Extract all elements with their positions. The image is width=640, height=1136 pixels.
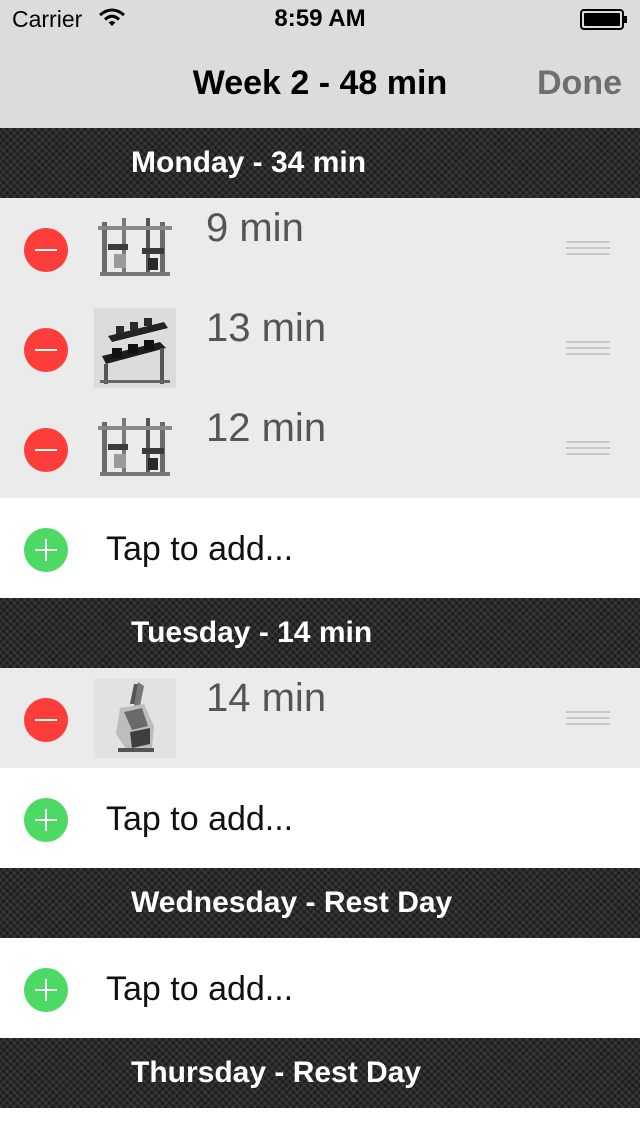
reorder-handle-icon[interactable] [566, 440, 610, 456]
status-time: 8:59 AM [274, 5, 366, 32]
workout-duration: 14 min [206, 676, 327, 720]
add-workout-row[interactable]: Tap to add... [0, 498, 640, 598]
section-header-tuesday: Tuesday - 14 min [0, 598, 640, 668]
status-bar: Carrier 8:59 AM [0, 0, 640, 40]
delete-button[interactable] [24, 328, 68, 372]
workout-row[interactable]: 12 min [0, 398, 640, 498]
section-header-thursday: Thursday - Rest Day [0, 1038, 640, 1108]
reorder-handle-icon[interactable] [566, 710, 610, 726]
section-header-wednesday: Wednesday - Rest Day [0, 868, 640, 938]
workout-duration: 9 min [206, 206, 304, 250]
workout-duration: 12 min [206, 406, 327, 450]
section-header-label: Wednesday - Rest Day [131, 886, 453, 919]
workout-row[interactable]: 14 min [0, 668, 640, 768]
add-button[interactable] [24, 528, 68, 572]
add-button[interactable] [24, 798, 68, 842]
week-schedule-list: Monday - 34 min 9 min 13 min 12 min Tap … [0, 128, 640, 1108]
section-header-label: Monday - 34 min [131, 146, 367, 179]
delete-button[interactable] [24, 698, 68, 742]
battery-full-icon [580, 9, 627, 30]
reorder-handle-icon[interactable] [566, 340, 610, 356]
workout-duration: 13 min [206, 306, 327, 350]
squat-rack-icon [98, 418, 172, 476]
delete-button[interactable] [24, 228, 68, 272]
add-workout-label: Tap to add... [106, 970, 294, 1008]
section-header-label: Tuesday - 14 min [131, 616, 373, 649]
workout-row[interactable]: 13 min [0, 298, 640, 398]
add-workout-row[interactable]: Tap to add... [0, 938, 640, 1038]
add-workout-label: Tap to add... [106, 800, 294, 838]
section-header-label: Thursday - Rest Day [131, 1056, 422, 1089]
navigation-bar: Week 2 - 48 min Done [0, 40, 640, 128]
delete-button[interactable] [24, 428, 68, 472]
done-button[interactable]: Done [537, 64, 622, 103]
add-workout-label: Tap to add... [106, 530, 294, 568]
section-header-monday: Monday - 34 min [0, 128, 640, 198]
dumbbell-rack-icon [94, 308, 176, 388]
reorder-handle-icon[interactable] [566, 240, 610, 256]
add-workout-row[interactable]: Tap to add... [0, 768, 640, 868]
top-bars: Carrier 8:59 AM Week 2 - 48 min Done [0, 0, 640, 128]
add-button[interactable] [24, 968, 68, 1012]
elliptical-machine-icon [94, 678, 176, 758]
squat-rack-icon [98, 218, 172, 276]
workout-row[interactable]: 9 min [0, 198, 640, 298]
